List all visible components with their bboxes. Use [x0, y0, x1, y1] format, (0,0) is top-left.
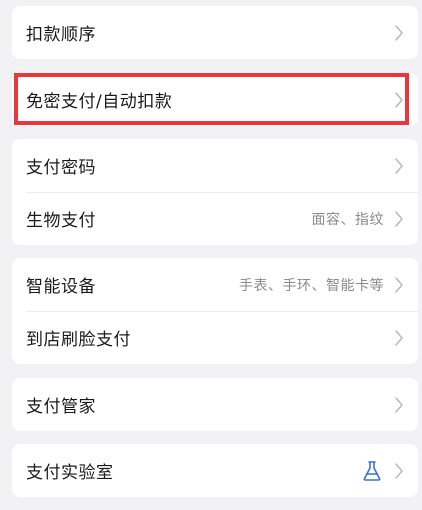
row-label: 支付管家 [26, 397, 96, 417]
row-payment-password[interactable]: 支付密码 [12, 139, 418, 192]
row-smart-devices[interactable]: 智能设备 手表、手环、智能卡等 [12, 258, 418, 311]
row-value: 面容、指纹 [311, 211, 384, 228]
row-password-free-payment[interactable]: 免密支付/自动扣款 [12, 73, 418, 126]
row-payment-manager[interactable]: 支付管家 [12, 378, 418, 431]
card-devices: 智能设备 手表、手环、智能卡等 到店刷脸支付 [12, 258, 418, 364]
row-label: 支付实验室 [26, 463, 114, 483]
row-label: 免密支付/自动扣款 [26, 92, 173, 112]
chevron-right-icon [394, 24, 404, 42]
row-label: 生物支付 [26, 211, 96, 231]
row-label: 支付密码 [26, 158, 96, 178]
chevron-right-icon [394, 210, 404, 228]
row-label: 扣款顺序 [26, 25, 96, 45]
row-face-payment-in-store[interactable]: 到店刷脸支付 [12, 311, 418, 364]
card-payment-lab: 支付实验室 [12, 444, 418, 497]
row-label: 到店刷脸支付 [26, 330, 131, 350]
card-security: 支付密码 生物支付 面容、指纹 [12, 139, 418, 245]
card-payment-manager: 支付管家 [12, 378, 418, 431]
row-biometric-payment[interactable]: 生物支付 面容、指纹 [12, 192, 418, 245]
row-deduction-order[interactable]: 扣款顺序 [12, 6, 418, 59]
chevron-right-icon [394, 276, 404, 294]
chevron-right-icon [394, 462, 404, 480]
row-payment-lab[interactable]: 支付实验室 [12, 444, 418, 497]
flask-icon [360, 459, 384, 483]
chevron-right-icon [394, 329, 404, 347]
row-value: 手表、手环、智能卡等 [239, 277, 384, 294]
card-password-free-payment: 免密支付/自动扣款 [12, 73, 418, 126]
row-label: 智能设备 [26, 277, 96, 297]
card-deduction-order: 扣款顺序 [12, 6, 418, 59]
chevron-right-icon [394, 157, 404, 175]
chevron-right-icon [394, 91, 404, 109]
chevron-right-icon [394, 396, 404, 414]
